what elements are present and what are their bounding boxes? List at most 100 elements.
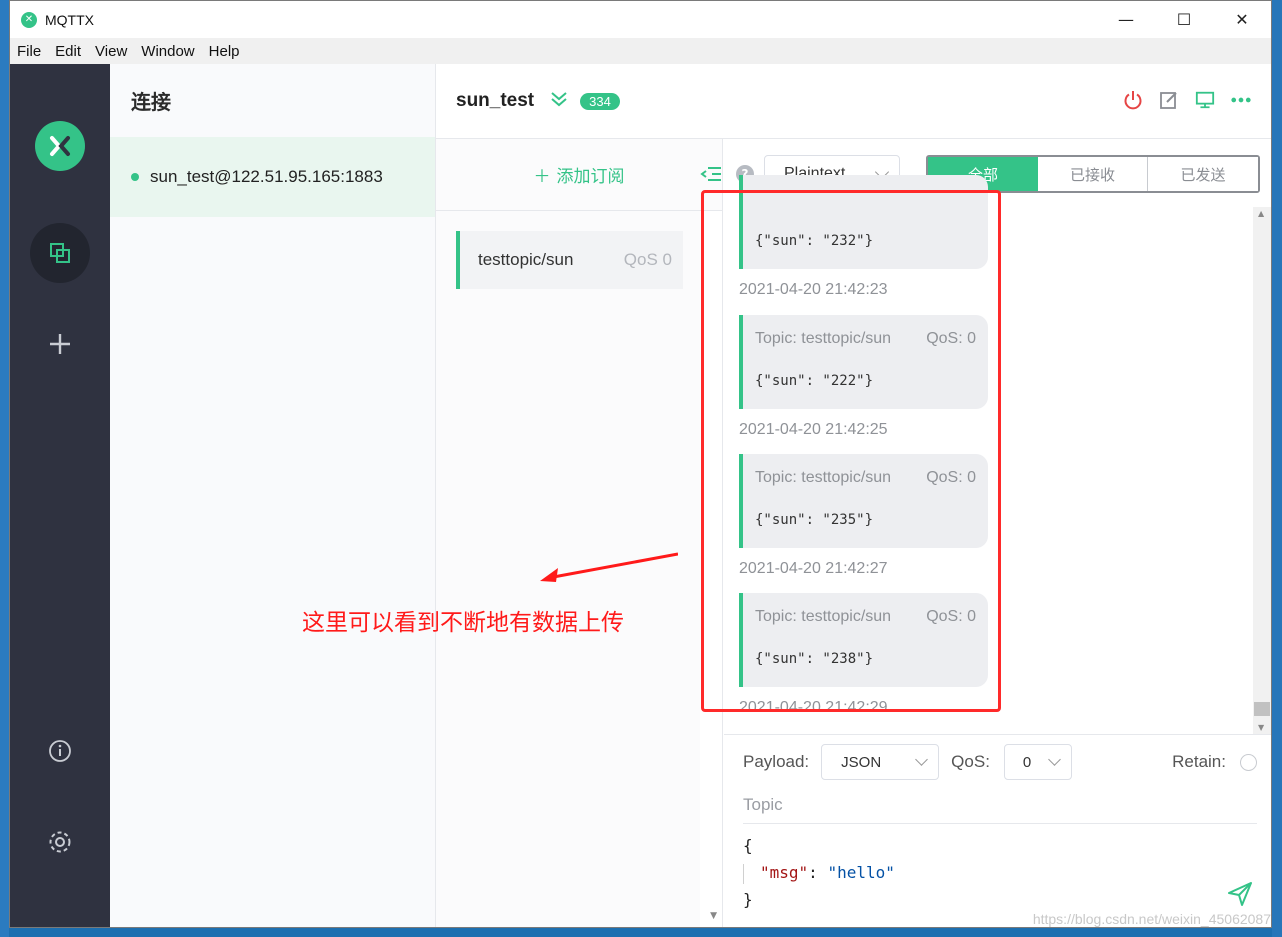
menu-help[interactable]: Help	[202, 43, 247, 60]
code-colon: :	[808, 863, 828, 882]
message-qos: QoS: 0	[926, 330, 976, 347]
chevron-down-icon	[915, 753, 929, 766]
window-controls: — ☐ ✕	[1097, 1, 1271, 38]
app-window: ✕ MQTTX — ☐ ✕ File Edit View Window Help	[9, 0, 1272, 928]
messages-scrollbar[interactable]: ▲ ▼	[1253, 207, 1271, 734]
publish-panel: Payload: JSON QoS: 0 Retain: Topic {"ms…	[724, 734, 1271, 927]
topic-input[interactable]: Topic	[743, 786, 1257, 824]
annotation-text: 这里可以看到不断地有数据上传	[302, 610, 624, 636]
power-icon[interactable]	[1123, 89, 1143, 111]
code-line: {	[743, 832, 895, 859]
menu-edit[interactable]: Edit	[48, 43, 88, 60]
message-payload: {"sun": "238"}	[755, 651, 874, 667]
message-header: Topic: testtopic/sun QoS: 0	[755, 315, 988, 355]
message-payload: {"sun": "232"}	[755, 233, 874, 249]
plus-icon: ＋	[533, 167, 551, 187]
collapse-list-icon[interactable]	[700, 164, 722, 184]
window-title: MQTTX	[45, 11, 94, 28]
code-line: }	[743, 886, 895, 913]
message-item: Topic: testtopic/sun QoS: 0 {"sun": "238"…	[739, 593, 988, 717]
edit-icon[interactable]	[1159, 89, 1179, 111]
message-header	[755, 175, 988, 215]
code-line: "msg": "hello"	[743, 859, 895, 886]
chevron-down-icon	[1048, 753, 1061, 766]
retain-checkbox[interactable]	[1240, 753, 1257, 771]
payload-type-select[interactable]: JSON	[821, 744, 940, 780]
connection-item[interactable]: sun_test@122.51.95.165:1883	[110, 137, 435, 217]
message-topic: Topic: testtopic/sun	[755, 608, 892, 625]
message-payload: {"sun": "235"}	[755, 512, 874, 528]
tab-received[interactable]: 已接收	[1038, 157, 1148, 191]
add-subscription-button[interactable]: ＋ 添加订阅	[436, 139, 722, 211]
connection-header: sun_test 334	[436, 64, 1271, 139]
subscriptions-scrollbar[interactable]: ▼	[700, 211, 722, 927]
connection-name: sun_test	[456, 90, 535, 111]
scroll-up-arrow[interactable]: ▲	[1258, 209, 1264, 218]
annotation-arrow-icon	[540, 552, 678, 582]
message-time: 2021-04-20 21:42:27	[739, 560, 888, 577]
message-count-badge: 334	[580, 92, 620, 110]
send-icon[interactable]	[1227, 881, 1253, 907]
message-qos: QoS: 0	[926, 469, 976, 486]
payload-label: Payload:	[743, 752, 810, 771]
messages-panel: ? Plaintext 全部 已接收 已发送 {"sun": "232"} 20…	[724, 139, 1271, 734]
message-qos: QoS: 0	[926, 608, 976, 625]
subscription-item[interactable]: testtopic/sun QoS 0	[456, 231, 683, 289]
retain-label: Retain:	[1172, 752, 1226, 771]
menu-window[interactable]: Window	[134, 43, 201, 60]
message-item: {"sun": "232"} 2021-04-20 21:42:23	[739, 175, 988, 299]
app-logo-icon: ✕	[21, 11, 37, 28]
qos-label: QoS:	[951, 752, 990, 771]
qos-value: 0	[1022, 753, 1032, 771]
header-actions	[1123, 89, 1251, 111]
monitor-icon[interactable]	[1195, 89, 1215, 111]
scroll-down-arrow[interactable]: ▼	[710, 911, 717, 921]
desktop-background-right	[1272, 0, 1282, 937]
code-open-brace: {	[743, 836, 753, 855]
message-time: 2021-04-20 21:42:23	[739, 281, 888, 298]
gear-icon[interactable]	[30, 812, 90, 872]
plus-icon[interactable]	[30, 314, 90, 374]
message-header: Topic: testtopic/sun QoS: 0	[755, 593, 988, 633]
mqttx-logo-icon	[35, 121, 85, 171]
subscriptions-panel: ＋ 添加订阅 testtopic/sun QoS 0 ▼	[436, 139, 723, 927]
menu-view[interactable]: View	[88, 43, 134, 60]
main-panel: sun_test 334 ＋ 添加订阅 testtopic/sun QoS 0 …	[436, 64, 1271, 927]
connections-title: 连接	[131, 90, 171, 114]
message-bubble: Topic: testtopic/sun QoS: 0 {"sun": "235"…	[739, 454, 988, 548]
message-topic: Topic: testtopic/sun	[755, 469, 892, 486]
add-subscription-label: 添加订阅	[556, 167, 625, 187]
subscription-qos: QoS 0	[623, 250, 672, 269]
minimize-button[interactable]: —	[1097, 1, 1155, 38]
code-value: "hello"	[827, 863, 895, 882]
desktop-background-left	[0, 0, 9, 937]
more-icon[interactable]	[1231, 89, 1251, 111]
publish-options: Payload: JSON QoS: 0 Retain:	[743, 743, 1257, 781]
message-item: Topic: testtopic/sun QoS: 0 {"sun": "222"…	[739, 315, 988, 439]
title-bar: ✕ MQTTX — ☐ ✕	[10, 1, 1271, 38]
connection-item-label: sun_test@122.51.95.165:1883	[150, 167, 383, 186]
qos-select[interactable]: 0	[1003, 744, 1072, 780]
tab-sent[interactable]: 已发送	[1148, 157, 1258, 191]
watermark: https://blog.csdn.net/weixin_45062087	[1032, 911, 1271, 927]
indent-guide	[743, 863, 744, 884]
menu-bar: File Edit View Window Help	[10, 38, 1271, 64]
message-item: Topic: testtopic/sun QoS: 0 {"sun": "235"…	[739, 454, 988, 578]
payload-editor[interactable]: { "msg": "hello" }	[743, 832, 895, 913]
connections-panel: 连接 sun_test@122.51.95.165:1883	[110, 64, 436, 927]
connections-icon[interactable]	[30, 223, 90, 283]
chevron-down-icon[interactable]	[550, 91, 568, 112]
message-topic: Topic: testtopic/sun	[755, 330, 892, 347]
message-bubble: Topic: testtopic/sun QoS: 0 {"sun": "238"…	[739, 593, 988, 687]
info-icon[interactable]	[30, 721, 90, 781]
scroll-down-arrow[interactable]: ▼	[1258, 723, 1264, 732]
code-key: "msg"	[760, 863, 809, 882]
message-bubble: Topic: testtopic/sun QoS: 0 {"sun": "222"…	[739, 315, 988, 409]
subscription-topic: testtopic/sun	[478, 250, 574, 269]
close-button[interactable]: ✕	[1213, 1, 1271, 38]
maximize-button[interactable]: ☐	[1155, 1, 1213, 38]
menu-file[interactable]: File	[10, 43, 48, 60]
connected-status-dot	[131, 173, 139, 181]
sidebar-rail	[10, 64, 110, 927]
scrollbar-thumb[interactable]	[1254, 702, 1270, 716]
